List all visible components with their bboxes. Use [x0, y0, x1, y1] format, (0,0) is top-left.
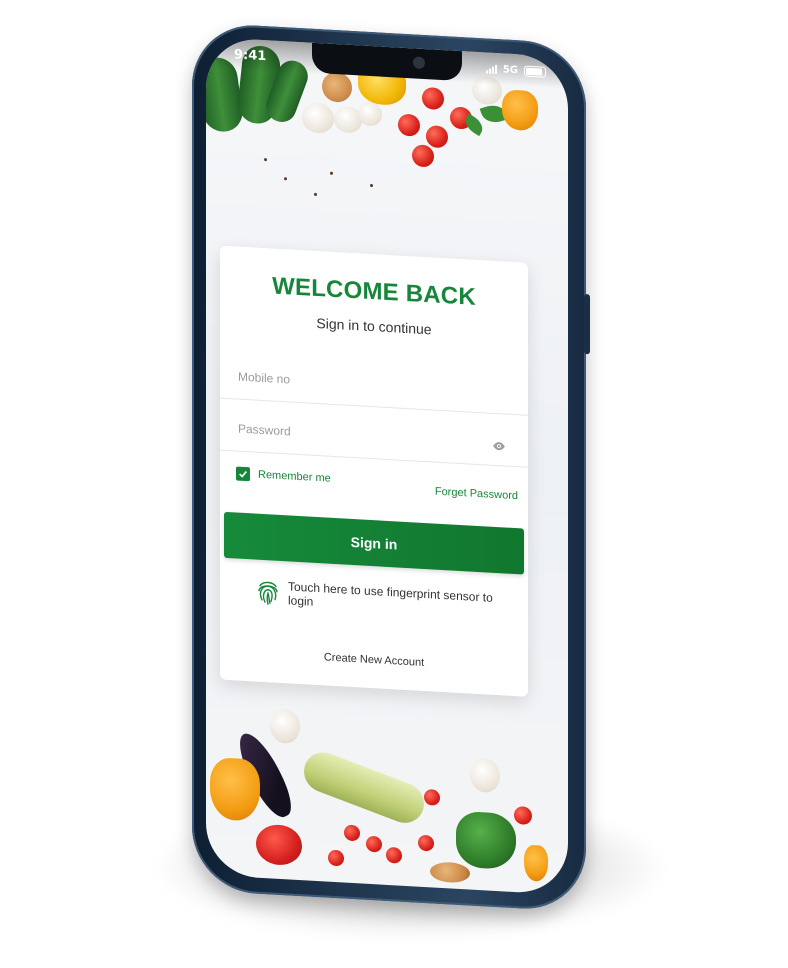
peppercorn-image: [264, 158, 267, 162]
side-button: [584, 293, 590, 355]
check-icon: [239, 470, 247, 478]
cherry-tomato-image: [328, 849, 344, 867]
mushroom-image: [270, 708, 300, 745]
peppercorn-image: [330, 171, 333, 175]
cherry-tomato-image: [514, 806, 532, 826]
forget-password-link[interactable]: Forget Password: [435, 486, 518, 503]
create-account-link[interactable]: Create New Account: [220, 646, 528, 675]
mushroom-image: [302, 102, 334, 134]
zucchini-image: [298, 746, 430, 829]
remember-me: Remember me: [236, 466, 331, 485]
fingerprint-login[interactable]: Touch here to use fingerprint sensor to …: [256, 578, 496, 619]
peppercorn-image: [370, 183, 373, 188]
cherry-tomato-image: [386, 846, 402, 864]
remember-checkbox[interactable]: [236, 466, 250, 482]
mobile-field: [220, 355, 528, 416]
garlic-image: [470, 757, 500, 794]
status-time: 9:41: [234, 46, 267, 64]
carrot-image: [502, 89, 538, 132]
battery-icon: [524, 65, 546, 78]
cherry-tomato-image: [366, 835, 382, 853]
mushroom-image: [358, 101, 382, 127]
fingerprint-text: Touch here to use fingerprint sensor to …: [288, 579, 493, 609]
cherry-tomato-image: [412, 144, 434, 168]
cherry-tomato-image: [418, 834, 434, 852]
signin-subtitle: Sign in to continue: [316, 314, 432, 338]
status-indicators: 5G: [485, 63, 546, 78]
carrot-image: [524, 844, 548, 882]
cherry-tomato-image: [344, 824, 360, 842]
tomato-image: [256, 823, 302, 867]
signal-icon: [485, 63, 497, 75]
cherry-tomato-image: [424, 788, 440, 806]
mobile-input[interactable]: [236, 368, 470, 398]
signin-button[interactable]: Sign in: [224, 511, 524, 575]
remember-label: Remember me: [258, 468, 331, 485]
peppercorn-image: [284, 177, 287, 181]
welcome-title: WELCOME BACK: [272, 272, 476, 311]
fingerprint-icon: [258, 581, 278, 605]
orange-pepper-image: [210, 757, 260, 822]
network-label: 5G: [502, 63, 518, 76]
phone-device: 9:41 5G WELCOME BACK Sign in to continue: [192, 22, 590, 913]
green-pepper-image: [456, 810, 516, 871]
password-input[interactable]: [236, 420, 470, 450]
camera-icon: [413, 56, 425, 70]
login-card: WELCOME BACK Sign in to continue Mobile …: [220, 245, 528, 697]
cherry-tomato-image: [422, 86, 444, 111]
phone-screen: 9:41 5G WELCOME BACK Sign in to continue: [206, 36, 568, 896]
peppercorn-image: [314, 192, 317, 196]
cherry-tomato-image: [398, 113, 420, 137]
password-field: [220, 407, 528, 468]
cherry-tomato-image: [426, 125, 448, 149]
eye-icon[interactable]: [492, 439, 506, 454]
potato-image: [430, 861, 470, 884]
